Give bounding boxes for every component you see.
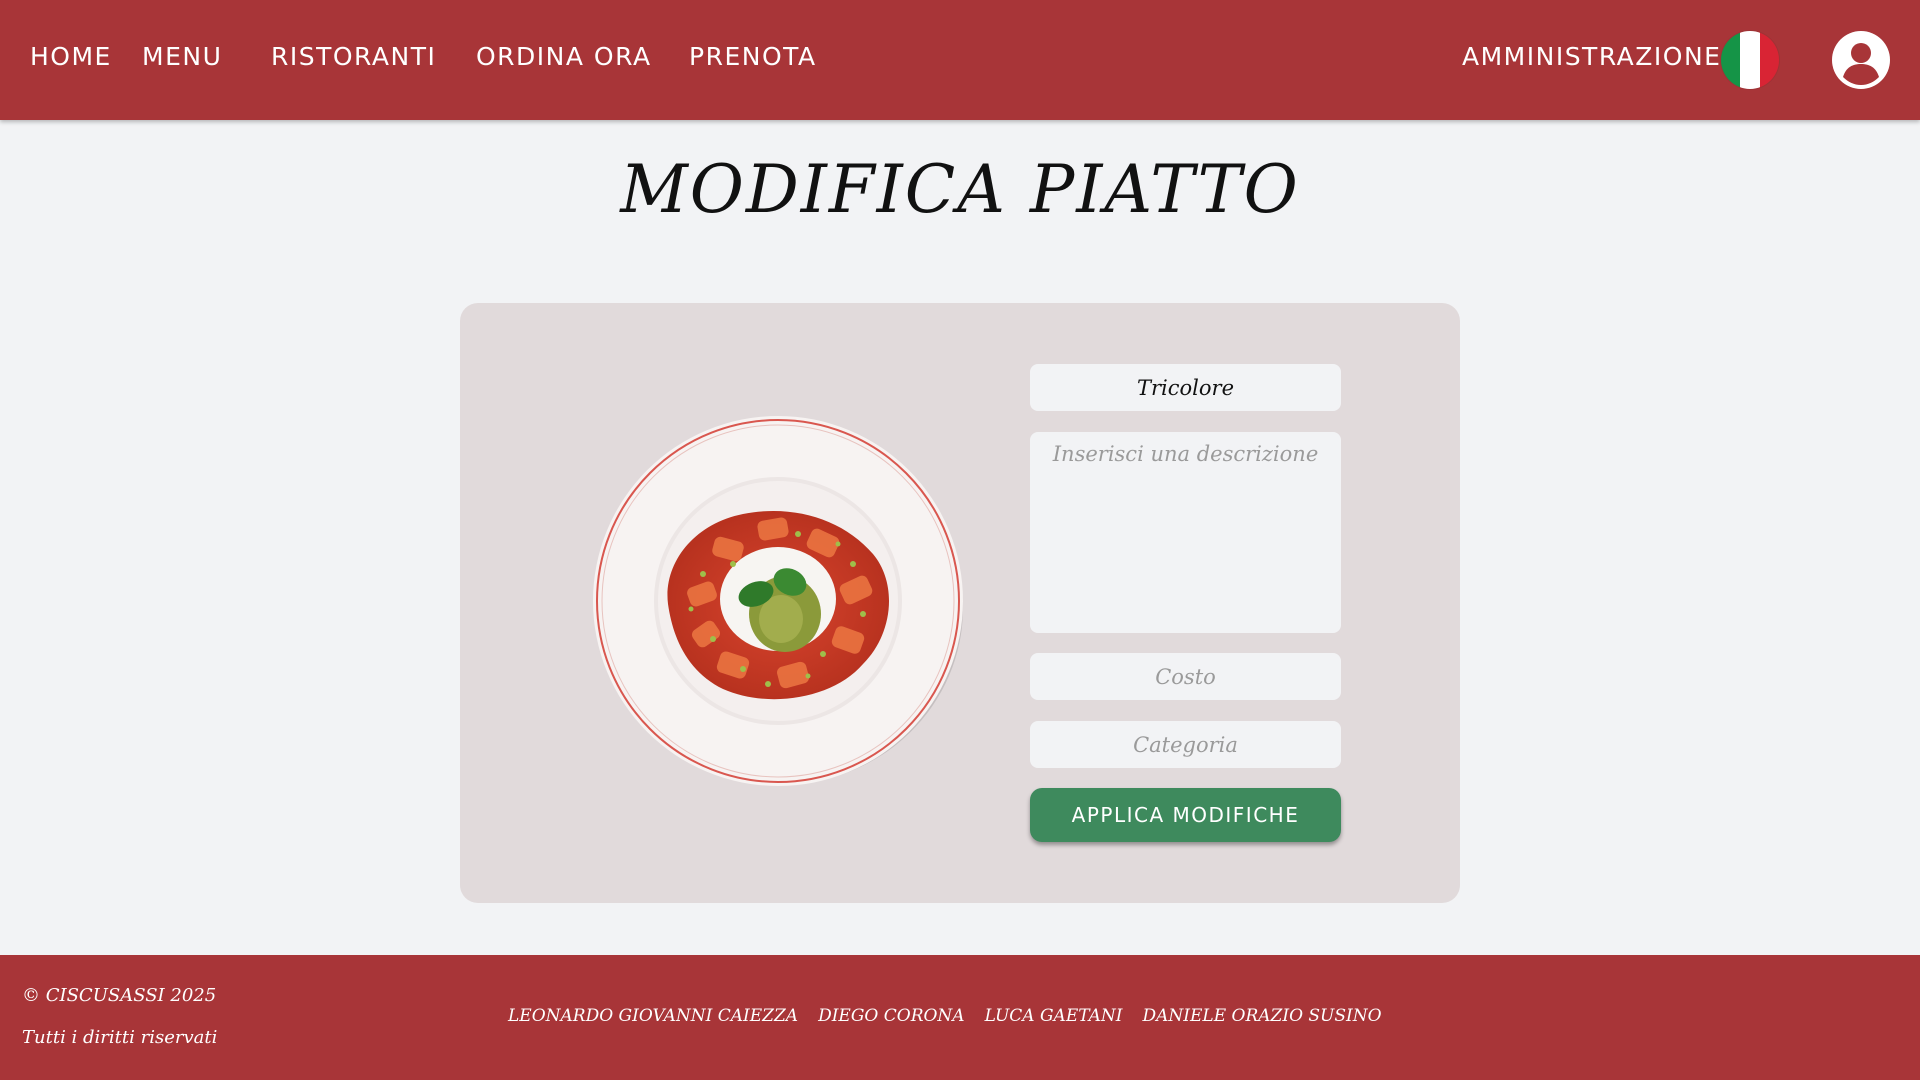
edit-dish-card: APPLICA MODIFICHE: [460, 303, 1460, 903]
nav-menu-link[interactable]: MENU: [142, 40, 222, 74]
italy-flag-icon[interactable]: [1721, 31, 1779, 89]
navbar: HOME MENU RISTORANTI ORDINA ORA PRENOTA …: [0, 0, 1920, 120]
description-textarea[interactable]: [1030, 432, 1341, 633]
nav-ordina-ora-link[interactable]: ORDINA ORA: [476, 40, 652, 74]
nav-ristoranti-link[interactable]: RISTORANTI: [271, 40, 436, 74]
dish-plate-image: [593, 416, 963, 786]
author-name: DIEGO CORONA: [818, 1006, 965, 1026]
nav-amministrazione-link[interactable]: AMMINISTRAZIONE: [1462, 40, 1721, 74]
flag-white-stripe: [1740, 31, 1760, 89]
author-name: LEONARDO GIOVANNI CAIEZZA: [508, 1006, 799, 1026]
page-title: MODIFICA PIATTO: [620, 151, 1300, 228]
apply-changes-button[interactable]: APPLICA MODIFICHE: [1030, 788, 1341, 842]
user-account-icon[interactable]: [1832, 31, 1890, 89]
category-input[interactable]: [1030, 721, 1341, 768]
dish-name-input[interactable]: [1030, 364, 1341, 411]
authors-list: LEONARDO GIOVANNI CAIEZZA DIEGO CORONA L…: [508, 1006, 1382, 1026]
nav-home-link[interactable]: HOME: [30, 40, 112, 74]
copyright-text: © CISCUSASSI 2025: [22, 985, 217, 1006]
nav-prenota-link[interactable]: PRENOTA: [689, 40, 817, 74]
author-name: DANIELE ORAZIO SUSINO: [1142, 1006, 1382, 1026]
author-name: LUCA GAETANI: [984, 1006, 1123, 1026]
rights-text: Tutti i diritti riservati: [22, 1027, 218, 1048]
flag-red-stripe: [1759, 31, 1779, 89]
cost-input[interactable]: [1030, 653, 1341, 700]
footer: © CISCUSASSI 2025 Tutti i diritti riserv…: [0, 955, 1920, 1080]
flag-green-stripe: [1721, 31, 1741, 89]
